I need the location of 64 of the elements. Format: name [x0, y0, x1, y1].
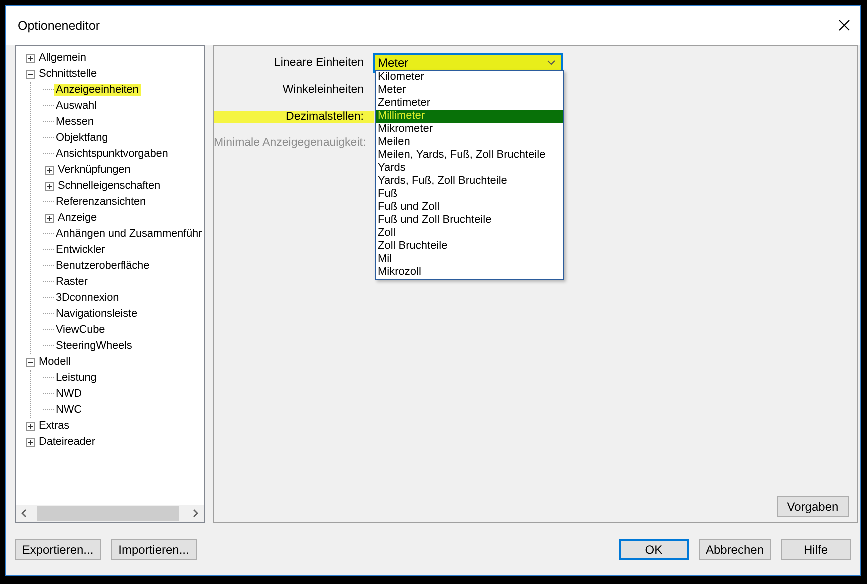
collapse-icon[interactable]: [26, 70, 35, 78]
dropdown-option[interactable]: Fuß und Zoll Bruchteile: [376, 214, 563, 227]
dropdown-option[interactable]: Zentimeter: [376, 97, 563, 110]
tree-item[interactable]: Schnittstelle: [37, 68, 100, 80]
dropdown-option[interactable]: Mikrometer: [376, 123, 563, 136]
expand-icon[interactable]: [26, 438, 35, 446]
tree-item[interactable]: Allgemein: [37, 52, 88, 64]
window-title: Optioneneditor: [18, 18, 100, 32]
close-icon[interactable]: [839, 20, 850, 31]
dropdown-option[interactable]: Fuß: [376, 188, 563, 201]
tree-item[interactable]: Leistung: [54, 372, 99, 384]
expand-icon[interactable]: [26, 422, 35, 430]
tree-item[interactable]: Modell: [37, 356, 73, 368]
setting-label: Minimale Anzeigegenauigkeit:: [214, 137, 364, 150]
dropdown-option[interactable]: Millimeter: [376, 110, 563, 123]
setting-label: Lineare Einheiten: [273, 57, 364, 70]
dropdown-option[interactable]: Zoll Bruchteile: [376, 240, 563, 253]
tree-item[interactable]: NWC: [54, 404, 84, 416]
dropdown-option[interactable]: Mikrozoll: [376, 266, 563, 279]
cancel-button[interactable]: Abbrechen: [698, 539, 771, 560]
expand-icon[interactable]: [26, 54, 35, 62]
dropdown-option[interactable]: Fuß und Zoll: [376, 201, 563, 214]
import-button[interactable]: Importieren...: [111, 539, 197, 560]
dropdown-option[interactable]: Meilen, Yards, Fuß, Zoll Bruchteile: [376, 149, 563, 162]
expand-icon[interactable]: [45, 182, 54, 190]
defaults-button[interactable]: Vorgaben: [777, 496, 849, 517]
tree-item[interactable]: NWD: [54, 388, 84, 400]
tree-item[interactable]: 3Dconnexion: [54, 292, 122, 304]
setting-label: Winkeleinheiten: [282, 84, 364, 96]
tree-item[interactable]: SteeringWheels: [54, 340, 134, 352]
tree-item[interactable]: Anzeigeeinheiten: [54, 84, 141, 96]
scroll-thumb[interactable]: [37, 506, 179, 521]
horizontal-scrollbar[interactable]: [16, 505, 204, 522]
setting-label: Dezimalstellen:: [214, 110, 374, 123]
dropdown-option[interactable]: Meilen: [376, 136, 563, 149]
dropdown-option[interactable]: Yards: [376, 162, 563, 175]
export-button[interactable]: Exportieren...: [15, 539, 101, 560]
tree-item[interactable]: Messen: [54, 116, 96, 128]
tree-item[interactable]: Referenzansichten: [54, 196, 148, 208]
expand-icon[interactable]: [45, 214, 54, 222]
tree-item[interactable]: ViewCube: [54, 324, 108, 336]
ok-button[interactable]: OK: [618, 539, 689, 560]
dropdown-option[interactable]: Yards, Fuß, Zoll Bruchteile: [376, 175, 563, 188]
expand-icon[interactable]: [45, 166, 54, 174]
tree-item[interactable]: Entwickler: [54, 244, 108, 256]
dropdown-option[interactable]: Kilometer: [376, 71, 563, 84]
dropdown-option[interactable]: Zoll: [376, 227, 563, 240]
tree-item[interactable]: Navigationsleiste: [54, 308, 140, 320]
dropdown-option[interactable]: Meter: [376, 84, 563, 97]
tree-item[interactable]: Auswahl: [54, 100, 99, 112]
collapse-icon[interactable]: [26, 358, 35, 366]
tree-item[interactable]: Objektfang: [54, 132, 110, 144]
tree-item[interactable]: Anzeige: [56, 212, 100, 224]
tree-item[interactable]: Verknüpfungen: [56, 164, 133, 176]
tree-item[interactable]: Extras: [37, 420, 72, 432]
tree-item[interactable]: Ansichtspunktvorgaben: [54, 148, 170, 160]
tree-item[interactable]: Schnelleigenschaften: [56, 180, 163, 192]
tree-item[interactable]: Anhängen und Zusammenführ: [54, 228, 204, 240]
help-button[interactable]: Hilfe: [781, 539, 851, 560]
chevron-down-icon: [547, 60, 556, 66]
dropdown-option[interactable]: Mil: [376, 253, 563, 266]
tree-item[interactable]: Dateireader: [37, 436, 98, 448]
tree-item[interactable]: Raster: [54, 276, 90, 288]
tree-item[interactable]: Benutzeroberfläche: [54, 260, 152, 272]
